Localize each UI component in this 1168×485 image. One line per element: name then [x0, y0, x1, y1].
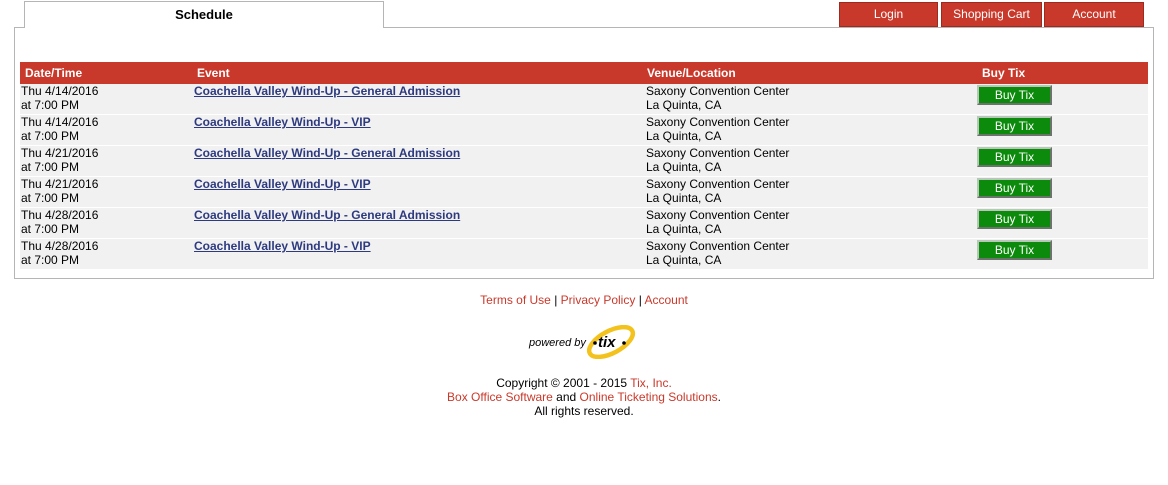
login-button[interactable]: Login: [839, 2, 938, 27]
copyright-line: Copyright © 2001 - 2015 Tix, Inc.: [0, 376, 1168, 390]
privacy-policy-link[interactable]: Privacy Policy: [561, 293, 636, 307]
period-text: .: [717, 390, 721, 404]
terms-of-use-link[interactable]: Terms of Use: [480, 293, 551, 307]
software-line: Box Office Software and Online Ticketing…: [0, 390, 1168, 404]
powered-by-text: powered by: [528, 337, 587, 349]
box-office-software-link[interactable]: Box Office Software: [447, 390, 553, 404]
rights-line: All rights reserved.: [534, 404, 634, 418]
shopping-cart-button[interactable]: Shopping Cart: [941, 2, 1042, 27]
tix-inc-link[interactable]: Tix, Inc.: [630, 376, 672, 390]
schedule-panel: [14, 27, 1154, 279]
powered-by-tix-logo: powered by tix: [528, 325, 636, 359]
tab-schedule[interactable]: Schedule: [24, 1, 384, 28]
tix-brand-text: tix: [598, 334, 616, 351]
footer-account-link[interactable]: Account: [644, 293, 687, 307]
online-ticketing-link[interactable]: Online Ticketing Solutions: [580, 390, 718, 404]
copyright-block: Copyright © 2001 - 2015 Tix, Inc. Box Of…: [0, 376, 1168, 418]
copyright-text: Copyright © 2001 - 2015: [496, 376, 631, 390]
account-button[interactable]: Account: [1044, 2, 1144, 27]
footer-links: Terms of Use | Privacy Policy | Account: [0, 293, 1168, 307]
footer-separator: |: [554, 293, 558, 307]
and-text: and: [552, 390, 580, 404]
footer-separator: |: [638, 293, 642, 307]
